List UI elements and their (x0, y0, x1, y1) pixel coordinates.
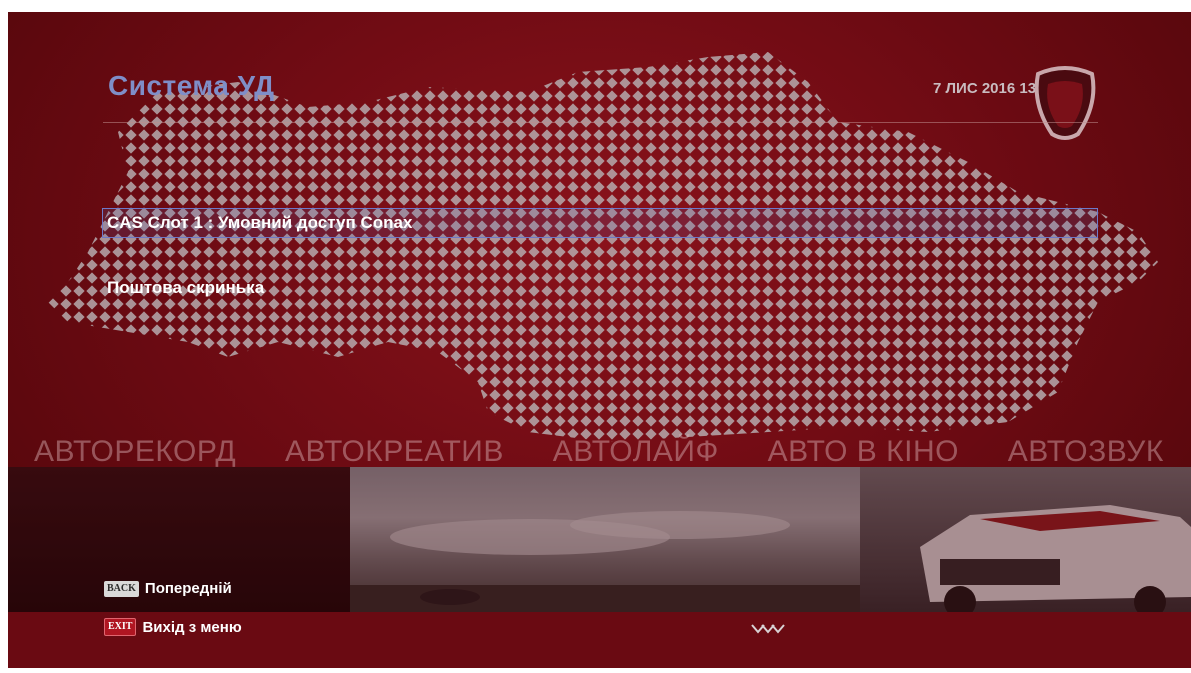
back-key-icon: BACK (104, 580, 139, 597)
back-hint[interactable]: BACK Попередній (104, 580, 232, 597)
channel-name: АВТОКРЕАТИВ (284, 435, 504, 468)
channel-logo-icon (1034, 66, 1096, 140)
down-arrows-icon (751, 624, 785, 634)
channel-name: АВТОРЕКОРД (34, 435, 237, 468)
channel-name: АВТОЛАЙФ (552, 435, 719, 468)
page-title: Система УД (108, 70, 275, 101)
channel-banner: АВТОРЕКОРД АВТОКРЕАТИВ АВТОЛАЙФ АВТО В К… (8, 432, 1191, 472)
back-label: Попередній (144, 580, 232, 597)
menu-item-cas-slot[interactable]: CAS Слот 1 : Умовний доступ Conax (102, 208, 1098, 238)
header-divider (103, 122, 1098, 123)
channel-name: АВТО В КІНО (767, 435, 959, 468)
exit-label: Вихід з меню (142, 618, 242, 636)
channel-name: АВТОЗВУК (1007, 435, 1164, 468)
tv-menu-screen: Система УД 7 ЛИС 2016 13:55 CAS Слот 1 :… (8, 12, 1191, 668)
menu-item-mailbox[interactable]: Поштова скринька (102, 273, 1098, 303)
exit-hint[interactable]: EXIT Вихід з меню (104, 618, 242, 636)
exit-key-icon: EXIT (104, 618, 137, 636)
